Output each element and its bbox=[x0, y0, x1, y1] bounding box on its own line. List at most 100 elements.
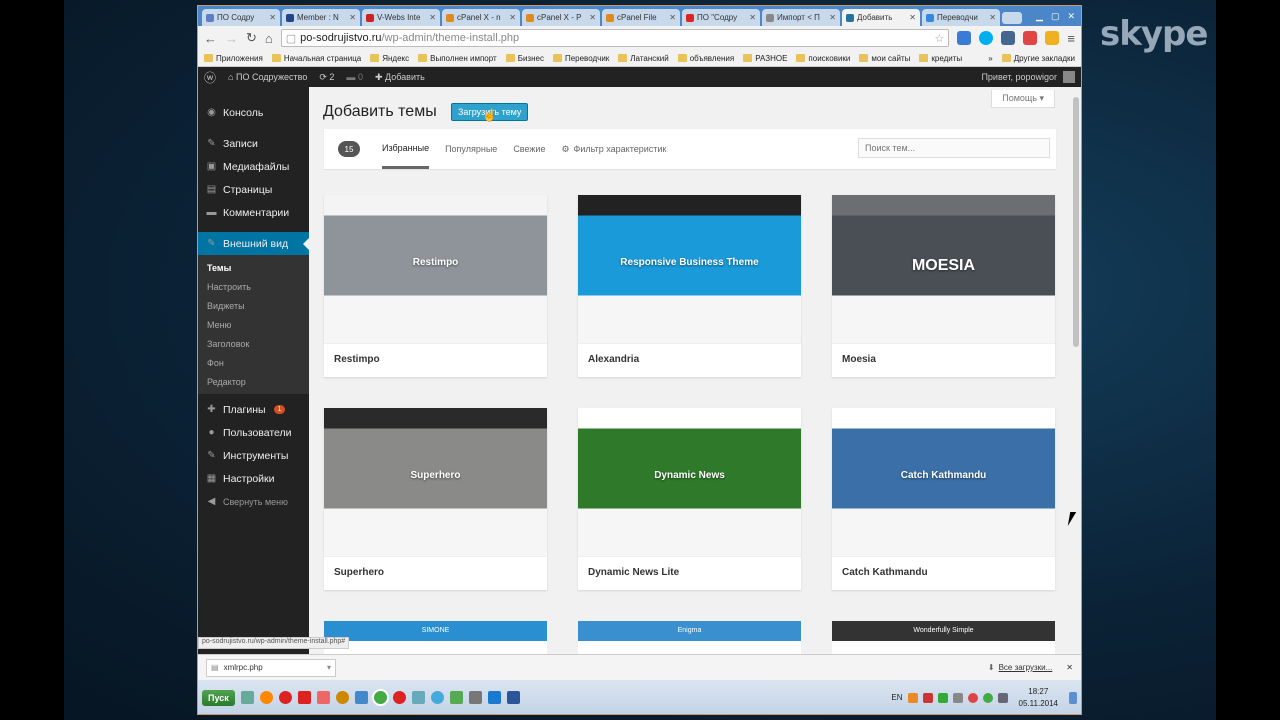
extension-icon[interactable] bbox=[957, 31, 972, 45]
submenu-item[interactable]: Фон bbox=[198, 353, 309, 372]
back-icon[interactable]: ← bbox=[204, 31, 217, 46]
close-icon[interactable]: ✕ bbox=[509, 13, 516, 22]
taskbar-app-icon[interactable] bbox=[335, 691, 349, 704]
tray-icon[interactable] bbox=[937, 692, 948, 703]
comments-link[interactable]: ▬ 0 bbox=[346, 72, 363, 82]
bookmarks-more[interactable]: » bbox=[988, 54, 992, 63]
bookmark-item[interactable]: Бизнес bbox=[505, 54, 544, 63]
other-bookmarks[interactable]: Другие закладки bbox=[1001, 54, 1075, 63]
sidebar-item[interactable]: ✚ Плагины 1 bbox=[198, 398, 309, 421]
sidebar-item[interactable]: ▤ Страницы bbox=[198, 178, 309, 201]
word-taskbar-icon[interactable] bbox=[506, 691, 520, 704]
taskbar-app-icon[interactable] bbox=[354, 691, 368, 704]
bookmark-item[interactable]: кредиты bbox=[919, 54, 962, 63]
submenu-item[interactable]: Заголовок bbox=[198, 334, 309, 353]
theme-screenshot[interactable]: Catch Kathmandu bbox=[832, 408, 1055, 556]
bookmark-item[interactable]: Выполнен импорт bbox=[418, 54, 497, 63]
tray-icon[interactable] bbox=[967, 692, 978, 703]
browser-tab[interactable]: cPanel X - n ✕ bbox=[442, 9, 520, 26]
browser-tab[interactable]: Member : N ✕ bbox=[282, 9, 360, 26]
theme-screenshot[interactable]: Superhero bbox=[324, 408, 547, 556]
theme-screenshot[interactable]: MOESIA bbox=[832, 195, 1055, 343]
sidebar-item[interactable]: ▬ Комментарии bbox=[198, 201, 309, 224]
volume-icon[interactable] bbox=[997, 692, 1008, 703]
bookmark-item[interactable]: Начальная страница bbox=[271, 54, 361, 63]
theme-screenshot[interactable]: Responsive Business Theme bbox=[578, 195, 801, 343]
skype-taskbar-icon[interactable] bbox=[487, 691, 501, 704]
avatar[interactable] bbox=[1063, 71, 1075, 83]
close-icon[interactable]: ✕ bbox=[269, 13, 276, 22]
bookmark-item[interactable]: объявления bbox=[677, 54, 734, 63]
theme-card[interactable]: Dynamic News Dynamic News Lite bbox=[578, 408, 801, 590]
browser-tab[interactable]: Переводчи ✕ bbox=[922, 9, 1000, 26]
bookmark-item[interactable]: РАЗНОЕ bbox=[743, 54, 787, 63]
browser-tab[interactable]: ПО "Содру ✕ bbox=[682, 9, 760, 26]
theme-card-partial[interactable]: SIMONE bbox=[324, 621, 547, 654]
close-icon[interactable]: ✕ bbox=[989, 13, 996, 22]
submenu-item[interactable]: Меню bbox=[198, 315, 309, 334]
browser-tab[interactable]: cPanel File ✕ bbox=[602, 9, 680, 26]
new-tab-button[interactable] bbox=[1002, 12, 1022, 24]
wordpress-logo-icon[interactable]: ⓦ bbox=[204, 69, 216, 86]
submenu-item[interactable]: Виджеты bbox=[198, 296, 309, 315]
start-button[interactable]: Пуск bbox=[202, 689, 235, 706]
browser-tab[interactable]: V-Webs Inte ✕ bbox=[362, 9, 440, 26]
add-new-link[interactable]: ✚ Добавить bbox=[375, 72, 425, 83]
taskbar-app-icon[interactable] bbox=[259, 691, 273, 704]
submenu-item[interactable]: Темы bbox=[198, 258, 309, 277]
download-item[interactable]: ▤ xmlrpc.php ▾ bbox=[206, 658, 336, 677]
clock[interactable]: 18:27 05.11.2014 bbox=[1013, 686, 1064, 710]
tray-icon[interactable] bbox=[982, 692, 993, 703]
tab-featured[interactable]: Избранные bbox=[382, 129, 430, 169]
sidebar-item[interactable]: ✎ Внешний вид bbox=[198, 232, 309, 255]
minimize-icon[interactable]: ▁ bbox=[1036, 11, 1043, 22]
theme-card[interactable]: Catch Kathmandu Catch Kathmandu bbox=[832, 408, 1055, 590]
close-icon[interactable]: ✕ bbox=[589, 13, 596, 22]
address-bar[interactable]: ▢ po-sodrujistvo.ru/wp-admin/theme-insta… bbox=[280, 29, 950, 47]
bookmark-item[interactable]: Приложения bbox=[204, 54, 263, 63]
sidebar-item[interactable]: ✎ Записи bbox=[198, 132, 309, 155]
greeting[interactable]: Привет, popowigor bbox=[981, 72, 1057, 82]
tab-popular[interactable]: Популярные bbox=[445, 129, 497, 169]
tab-latest[interactable]: Свежие bbox=[513, 129, 545, 169]
theme-card-partial[interactable]: Wonderfully Simple bbox=[832, 621, 1055, 654]
close-icon[interactable]: ✕ bbox=[1066, 663, 1073, 672]
home-icon[interactable]: ⌂ bbox=[265, 31, 273, 46]
close-icon[interactable]: ✕ bbox=[669, 13, 676, 22]
sidebar-item[interactable]: ▣ Медиафайлы bbox=[198, 155, 309, 178]
skype-ext-icon[interactable] bbox=[979, 31, 994, 45]
taskbar-app-icon[interactable] bbox=[316, 691, 330, 704]
taskbar-app-icon[interactable] bbox=[278, 691, 292, 704]
taskbar-app-icon[interactable] bbox=[240, 691, 254, 704]
close-icon[interactable]: ✕ bbox=[909, 13, 916, 22]
bookmark-item[interactable]: Латанский bbox=[618, 54, 669, 63]
theme-screenshot[interactable]: Restimpo bbox=[324, 195, 547, 343]
chrome-taskbar-icon[interactable] bbox=[373, 691, 387, 704]
browser-tab[interactable]: Добавить ✕ bbox=[842, 9, 920, 26]
close-icon[interactable]: ✕ bbox=[349, 13, 356, 22]
tray-icon[interactable] bbox=[952, 692, 963, 703]
feature-filter-link[interactable]: ⚙ Фильтр характеристик bbox=[561, 129, 666, 169]
theme-screenshot[interactable]: Dynamic News bbox=[578, 408, 801, 556]
vk-ext-icon[interactable] bbox=[1001, 31, 1016, 45]
browser-tab[interactable]: ПО Содру ✕ bbox=[202, 9, 280, 26]
scrollbar[interactable] bbox=[1071, 87, 1081, 654]
close-icon[interactable]: ✕ bbox=[749, 13, 756, 22]
close-icon[interactable]: ✕ bbox=[829, 13, 836, 22]
close-icon[interactable]: ✕ bbox=[429, 13, 436, 22]
bookmark-item[interactable]: мои сайты bbox=[859, 54, 910, 63]
taskbar-app-icon[interactable] bbox=[430, 691, 444, 704]
sidebar-item[interactable]: ◀ Свернуть меню bbox=[198, 490, 309, 513]
chevron-down-icon[interactable]: ▾ bbox=[327, 663, 331, 672]
theme-card[interactable]: Responsive Business Theme Alexandria bbox=[578, 195, 801, 377]
menu-icon[interactable]: ≡ bbox=[1067, 31, 1075, 46]
browser-tab[interactable]: cPanel X - P ✕ bbox=[522, 9, 600, 26]
taskbar-app-icon[interactable] bbox=[392, 691, 406, 704]
theme-card-partial[interactable]: Enigma bbox=[578, 621, 801, 654]
taskbar-app-icon[interactable] bbox=[411, 691, 425, 704]
sidebar-item[interactable]: ● Пользователи bbox=[198, 421, 309, 444]
all-downloads-link[interactable]: Все загрузки... bbox=[999, 663, 1053, 672]
theme-search-input[interactable] bbox=[858, 138, 1050, 158]
bookmark-item[interactable]: Переводчик bbox=[552, 54, 609, 63]
ext2-icon[interactable] bbox=[1023, 31, 1038, 45]
